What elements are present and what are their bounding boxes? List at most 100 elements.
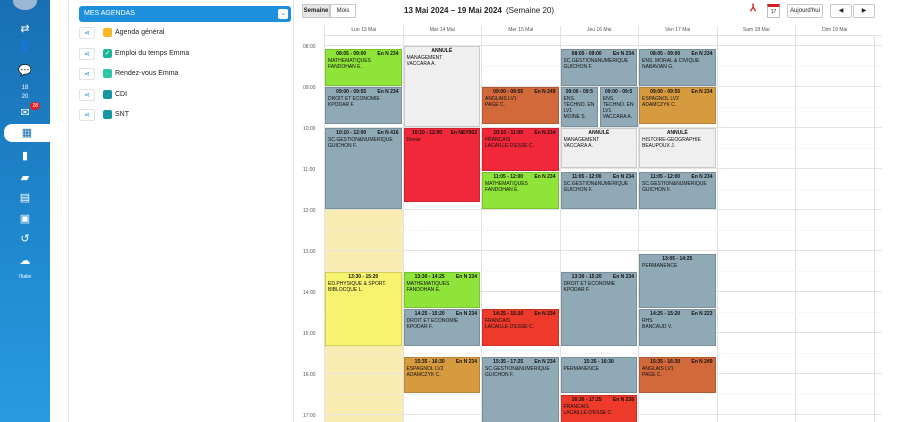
share-icon[interactable]: ⋖ [79,47,95,60]
agenda-row[interactable]: ⋖ Rendez-vous Emma [79,68,279,82]
calendar-event[interactable]: ANNULÉ HISTOIRE-GEOGRAPHIE BEAUPOUX J. [639,128,716,168]
event-room: En N 234 [534,311,556,318]
today-button[interactable]: Aujourd'hui [787,4,823,18]
calendar-event[interactable]: 11:05 - 12:00 En N 234 MATHEMATIQUES FANDOH… [482,172,559,209]
calendar-event[interactable]: 15:35 - 16:30 En N 234 ESPAGNOL LV2 ADAMCZY… [403,356,480,394]
agenda-row[interactable]: ⋖ SNT [79,109,279,123]
agenda-row[interactable]: ⋖ Agenda général [79,27,279,41]
calendar-event[interactable]: 09:00 - 09:5 ENS. TECHNO. EN LV1 MOINE S. [560,87,599,127]
calendar-event[interactable]: 08:05 - 09:00 En N 234 ENS. MORAL & CIVIQU… [639,49,716,86]
agenda-checkbox[interactable] [103,28,112,37]
event-room: En N 234 [377,51,399,58]
event-header: ANNULÉ [640,129,715,137]
mail-icon[interactable]: ✉ 28 [0,102,50,122]
calendar-event[interactable]: 16:30 - 17:25 En N 238 FRANCAIS LACAILLE D'… [560,394,637,422]
next-week-button[interactable]: ▶ [853,4,875,18]
cloud-icon[interactable]: ☁ [0,252,50,270]
hour-label: 16:00 [303,372,316,378]
event-header: 08:05 - 09:00 En N 234 [640,50,715,58]
history-icon[interactable]: ↺ [0,230,50,248]
previous-week-button[interactable]: ◀ [830,4,852,18]
event-room: En N 234 [691,51,713,58]
calendar-event[interactable]: 14:25 - 15:20 En N 234 DROIT ET ECONOMIE KP… [403,309,480,346]
calendar-event[interactable]: 09:00 - 09:55 En N 234 ESPAGNOL LV2 ADAMCZY… [639,87,716,124]
month-view-button[interactable]: Mois [330,4,356,18]
agenda-checkbox[interactable] [103,89,112,99]
calendar-event[interactable]: 08:05 - 09:00 En N 234 MATHEMATIQUES FANDOH… [325,49,402,86]
calendar-event[interactable]: 09:00 - 09:5 ENS. TECHNO. EN LV1 VACCARA A. [599,87,638,127]
calendar-event[interactable]: 10:10 - 12:00 En N 416 SC.GESTION&NUMERIQU… [325,128,402,209]
event-room: En N 238 [612,396,634,403]
event-time: 13:30 - 15:20 [571,273,602,280]
avatar[interactable] [13,0,37,10]
share-icon[interactable]: ⋖ [79,68,95,80]
event-room: En N 234 [534,130,556,136]
agenda-row[interactable]: ⋖ CDI [79,88,279,103]
event-header: 08:05 - 09:00 En N 234 [562,50,637,58]
agenda-label: SNT [115,111,129,118]
half-hour-line [324,229,882,231]
calendar-event[interactable]: 14:25 - 15:20 En N 234 FRANCAIS LACAILLE D'… [482,309,559,346]
event-detail: VACCARA A. [563,143,593,149]
calendar-event[interactable]: 13:30 - 15:20 En N 234 DROIT ET ECONOMIE KP… [560,271,637,346]
calendar-event[interactable]: 13:05 - 14:25 PERMANENCE [639,254,716,309]
day-header[interactable]: Sam 18 Mai [716,26,796,35]
event-detail: ADAMCZYK C. [642,102,677,108]
calendar-event[interactable]: 13:30 - 14:25 En N 234 MATHEMATIQUES FANDOH… [403,271,480,309]
user-icon[interactable]: 👤 [0,38,50,56]
event-detail: NABAVIAN G. [642,64,674,71]
event-room: En N 249 [534,89,556,95]
settings-sliders-icon[interactable]: ⇄ [0,20,50,38]
event-time: 11:05 - 12:00 [650,174,681,181]
calendar-event[interactable]: 13:30 - 15:20 ED.PHYSIQUE & SPORT. BIBLOCQ… [325,271,402,346]
grades-icon[interactable]: 18 20 [0,82,50,100]
calendar-event[interactable]: 09:00 - 09:55 En N 234 DROIT ET ECONOMIE KP… [325,87,402,124]
chat-icon[interactable]: 💬 [0,62,50,80]
calendar-event[interactable]: 09:00 - 09:55 En N 249 ANGLAIS LV1 PAGE C. [482,87,559,124]
notebook-icon[interactable]: ▮ [0,147,50,165]
document-icon[interactable]: ▤ [0,189,50,207]
calendar-event[interactable]: 15:35 - 16:30 PERMANENCE [560,356,637,394]
hour-label: 15:00 [303,331,316,337]
hour-label: 11:00 [303,167,316,173]
calendar-event[interactable]: 10:10 - 11:05 En N 234 FRANCAIS LACAILLE D'… [482,128,559,172]
agenda-checkbox[interactable]: ✓ [103,48,112,58]
agenda-checkbox[interactable] [103,110,112,119]
grades-icon-text: 20 [21,94,29,100]
calendar-event[interactable]: ANNULÉ MANAGEMENT VACCARA A. [403,46,480,127]
calendar-event[interactable]: 15:35 - 16:30 En N 249 ANGLAIS LV1 PAGE C. [639,356,716,394]
calendar-event[interactable]: 11:05 - 12:00 En N 234 SC.GESTION&NUMERIQU… [639,172,716,209]
chevron-down-icon[interactable]: ⌄ [278,9,288,19]
calendar-today-icon[interactable]: 17 [767,4,780,18]
calendar-icon[interactable]: ▦ [4,124,50,142]
day-header[interactable]: Ven 17 Mai [638,26,717,35]
books-icon[interactable]: ▰ [0,169,50,187]
calendar-event[interactable]: 10:10 - 12:00 En NEY002 Devoir [403,128,480,203]
share-icon[interactable]: ⋖ [79,88,95,101]
calendar-event[interactable]: 15:35 - 17:25 En N 234 SC.GESTION&NUMERIQU… [482,356,559,422]
agenda-checkbox[interactable] [103,69,112,78]
calendar-event[interactable]: 11:05 - 12:00 En N 234 SC.GESTION&NUMERIQU… [560,172,637,209]
event-header: 11:05 - 12:00 En N 234 [562,173,637,181]
share-icon[interactable]: ⋖ [79,27,95,39]
event-detail: GUICHON F. [563,64,593,71]
day-header[interactable]: Mar 14 Mai [402,26,482,35]
agenda-label: Emploi du temps Emma [115,49,190,57]
event-header: 13:05 - 14:25 [640,255,715,263]
week-view-button[interactable]: Semaine [302,4,330,18]
calendar-event[interactable]: ANNULÉ MANAGEMENT VACCARA A. [560,128,637,168]
event-time: 10:10 - 12:00 [336,130,367,136]
day-header[interactable]: Mer 15 Mai [481,26,560,35]
day-header[interactable]: Jeu 16 Mai [559,26,639,35]
share-icon[interactable]: ⋖ [79,109,95,121]
school-brand: l'Italie [18,274,32,280]
day-header[interactable]: Dim 19 Mai [795,26,874,35]
day-header[interactable]: Lun 13 Mai [324,26,403,35]
event-header: 13:30 - 15:20 En N 234 [562,273,637,281]
pdf-export-icon[interactable]: ⅄ [750,3,756,14]
calendar-event[interactable]: 14:25 - 15:20 En N 223 RHS BANCAUD V. [639,309,716,346]
calendar-event[interactable]: 08:05 - 09:00 En N 234 SC.GESTION&NUMERIQU… [560,49,637,86]
my-agendas-header[interactable]: MES AGENDAS ⌄ [79,6,291,22]
agenda-row[interactable]: ⋖ ✓ Emploi du temps Emma [79,47,279,62]
contact-card-icon[interactable]: ▣ [0,210,50,228]
